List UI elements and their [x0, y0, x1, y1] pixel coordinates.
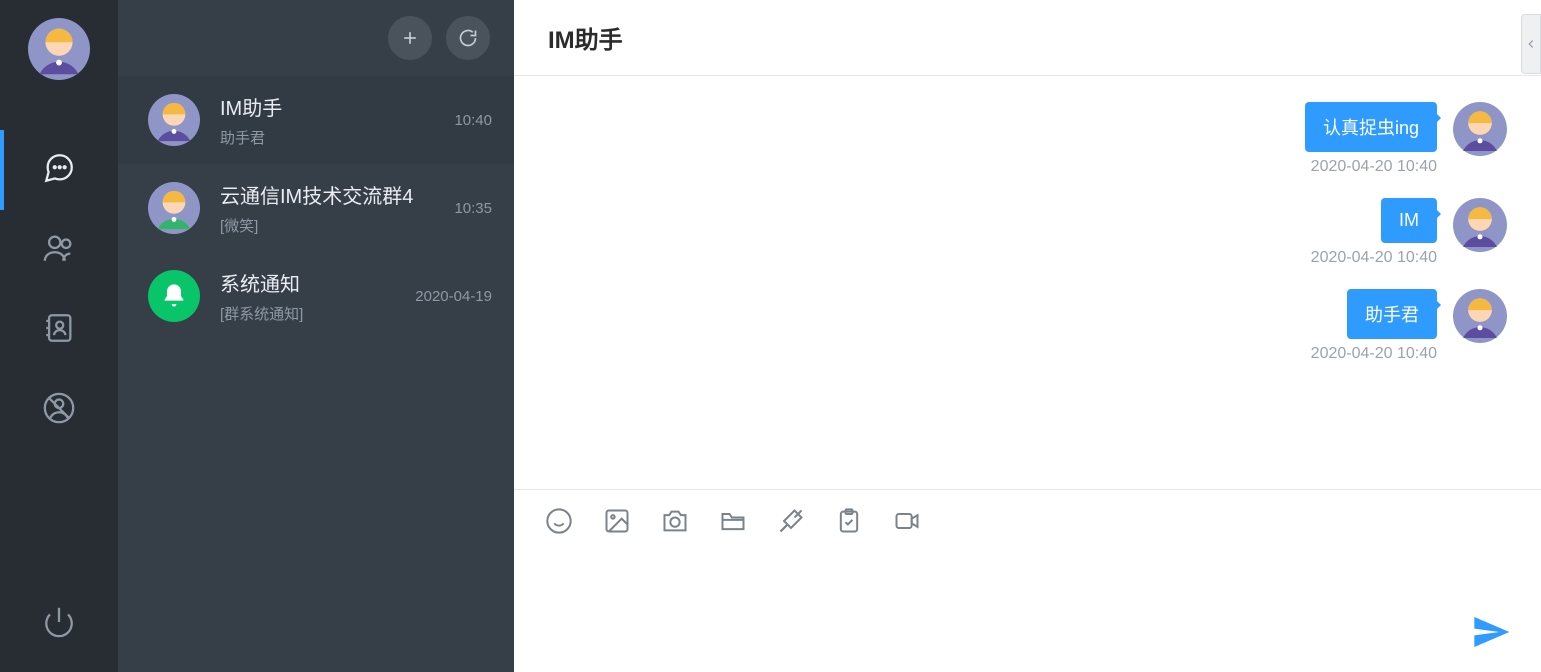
power-icon — [42, 605, 76, 639]
composer — [514, 489, 1541, 672]
video-button[interactable] — [892, 506, 922, 536]
camera-icon — [661, 507, 689, 535]
nav-contacts[interactable] — [39, 228, 79, 268]
message-input[interactable] — [544, 556, 1511, 652]
message-avatar — [1453, 102, 1507, 156]
message-row: 助手君 2020-04-20 10:40 — [548, 289, 1507, 363]
chat-title: IM助手 — [548, 20, 623, 55]
app-root: IM助手 助手君 10:40 云通信IM技术交流群4 [微笑] 10:35 系统… — [0, 0, 1541, 672]
message-avatar — [1453, 198, 1507, 252]
chevron-left-icon — [1524, 37, 1538, 51]
chat-panel: IM助手 认真捉虫ing 2020-04-20 10:40 IM 2020-04… — [514, 0, 1541, 672]
conversation-avatar — [148, 270, 200, 322]
message-row: 认真捉虫ing 2020-04-20 10:40 — [548, 102, 1507, 176]
blocked-icon — [42, 391, 76, 425]
send-button[interactable] — [1471, 612, 1511, 652]
camera-button[interactable] — [660, 506, 690, 536]
refresh-button[interactable] — [446, 16, 490, 60]
self-avatar[interactable] — [28, 18, 90, 80]
conversation-time: 10:35 — [454, 200, 492, 217]
message-avatar — [1453, 289, 1507, 343]
conversation-item[interactable]: 系统通知 [群系统通知] 2020-04-19 — [118, 252, 514, 340]
conversation-preview: 助手君 — [220, 127, 446, 148]
conversation-item[interactable]: 云通信IM技术交流群4 [微笑] 10:35 — [118, 164, 514, 252]
nav-blocked[interactable] — [39, 388, 79, 428]
nav-active-indicator — [0, 130, 4, 210]
tools-icon — [777, 507, 805, 535]
conversation-list: IM助手 助手君 10:40 云通信IM技术交流群4 [微笑] 10:35 系统… — [118, 0, 514, 672]
conversation-time: 10:40 — [454, 112, 492, 129]
bell-icon — [160, 282, 188, 310]
conversation-meta: 系统通知 [群系统通知] — [220, 268, 407, 324]
message-bubble: 认真捉虫ing — [1305, 102, 1437, 152]
plus-icon — [400, 28, 420, 48]
nav-rail — [0, 0, 118, 672]
conversation-time: 2020-04-19 — [415, 288, 492, 305]
conversation-name: 系统通知 — [220, 268, 407, 297]
chat-messages[interactable]: 认真捉虫ing 2020-04-20 10:40 IM 2020-04-20 1… — [514, 76, 1541, 489]
new-conversation-button[interactable] — [388, 16, 432, 60]
message-time: 2020-04-20 10:40 — [1311, 158, 1437, 176]
refresh-icon — [458, 28, 478, 48]
chat-icon — [42, 151, 76, 185]
conversation-name: 云通信IM技术交流群4 — [220, 180, 446, 209]
conversation-item[interactable]: IM助手 助手君 10:40 — [118, 76, 514, 164]
collapse-sidebar-button[interactable] — [1521, 14, 1541, 74]
folder-button[interactable] — [718, 506, 748, 536]
image-button[interactable] — [602, 506, 632, 536]
conversation-list-header — [118, 0, 514, 76]
message-content: 助手君 2020-04-20 10:40 — [1311, 289, 1437, 363]
conversation-meta: 云通信IM技术交流群4 [微笑] — [220, 180, 446, 236]
message-time: 2020-04-20 10:40 — [1311, 249, 1437, 267]
conversation-meta: IM助手 助手君 — [220, 92, 446, 148]
send-icon — [1471, 612, 1511, 652]
conversation-name: IM助手 — [220, 92, 446, 121]
nav-power[interactable] — [39, 602, 79, 642]
conversation-avatar — [148, 94, 200, 146]
message-content: 认真捉虫ing 2020-04-20 10:40 — [1305, 102, 1437, 176]
conversation-preview: [微笑] — [220, 215, 446, 236]
video-icon — [893, 507, 921, 535]
nav-chat[interactable] — [39, 148, 79, 188]
conversation-preview: [群系统通知] — [220, 303, 407, 324]
message-bubble: 助手君 — [1347, 289, 1437, 339]
message-row: IM 2020-04-20 10:40 — [548, 198, 1507, 267]
addressbook-icon — [42, 311, 76, 345]
image-icon — [603, 507, 631, 535]
task-button[interactable] — [834, 506, 864, 536]
emoji-icon — [545, 507, 573, 535]
composer-input-area — [514, 552, 1541, 672]
conversation-avatar — [148, 182, 200, 234]
emoji-button[interactable] — [544, 506, 574, 536]
message-time: 2020-04-20 10:40 — [1311, 345, 1437, 363]
clipboard-check-icon — [835, 507, 863, 535]
composer-toolbar — [514, 490, 1541, 552]
nav-addressbook[interactable] — [39, 308, 79, 348]
folder-icon — [719, 507, 747, 535]
message-content: IM 2020-04-20 10:40 — [1311, 198, 1437, 267]
contacts-icon — [42, 231, 76, 265]
message-bubble: IM — [1381, 198, 1437, 243]
tools-button[interactable] — [776, 506, 806, 536]
chat-header: IM助手 — [514, 0, 1541, 76]
